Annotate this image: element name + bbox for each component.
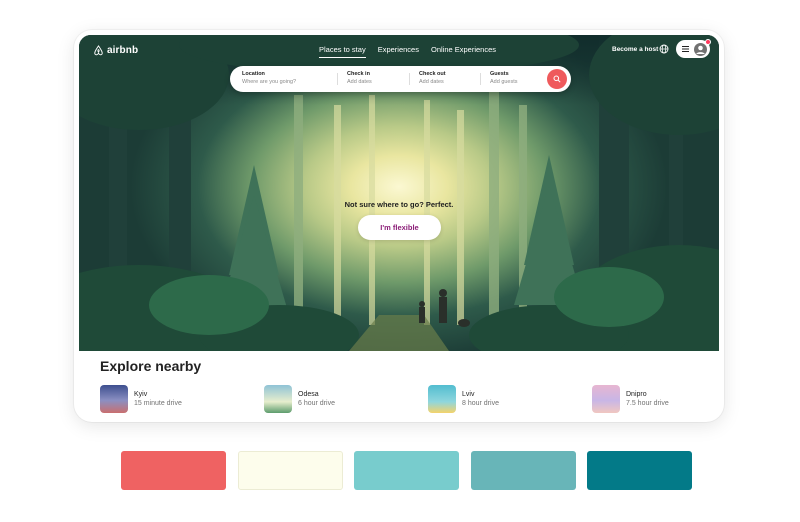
brand-name: airbnb [107, 45, 139, 56]
divider [409, 73, 410, 85]
palette-swatch-5 [587, 451, 692, 490]
place-thumbnail [264, 385, 292, 413]
location-label: Location [242, 71, 265, 77]
im-flexible-button[interactable]: I'm flexible [358, 215, 441, 240]
place-name: Odesa [298, 391, 319, 398]
place-thumbnail [428, 385, 456, 413]
search-button[interactable] [547, 69, 567, 89]
place-drive-time: 6 hour drive [298, 400, 335, 407]
become-host-link[interactable]: Become a host [612, 46, 658, 53]
palette-swatch-3 [354, 451, 459, 490]
tab-online-experiences[interactable]: Online Experiences [431, 45, 496, 58]
place-name: Lviv [462, 391, 475, 398]
checkin-placeholder: Add dates [347, 79, 372, 85]
hero-tagline: Not sure where to go? Perfect. [344, 200, 454, 209]
notification-badge [705, 39, 711, 45]
airbnb-logo[interactable]: airbnb [93, 45, 138, 56]
palette-swatch-2 [238, 451, 343, 490]
location-field[interactable]: Location Where are you going? [242, 71, 296, 85]
browser-frame: airbnb Places to stay Experiences Online… [74, 30, 724, 422]
user-avatar-icon [694, 42, 707, 56]
hero-section: airbnb Places to stay Experiences Online… [79, 35, 719, 351]
place-thumbnail [100, 385, 128, 413]
tab-places-to-stay[interactable]: Places to stay [319, 45, 366, 58]
checkout-placeholder: Add dates [419, 79, 444, 85]
hamburger-icon [682, 46, 689, 52]
nearby-place-lviv[interactable]: Lviv 8 hour drive [428, 385, 499, 413]
guests-label: Guests [490, 71, 509, 77]
nearby-place-dnipro[interactable]: Dnipro 7.5 hour drive [592, 385, 669, 413]
checkout-label: Check out [419, 71, 446, 77]
place-drive-time: 7.5 hour drive [626, 400, 669, 407]
user-menu-button[interactable] [676, 39, 711, 58]
divider [480, 73, 481, 85]
place-drive-time: 8 hour drive [462, 400, 499, 407]
nav-tabs: Places to stay Experiences Online Experi… [319, 45, 496, 58]
palette-swatch-1 [121, 451, 226, 490]
divider [337, 73, 338, 85]
nearby-place-odesa[interactable]: Odesa 6 hour drive [264, 385, 335, 413]
place-name: Dnipro [626, 391, 647, 398]
location-placeholder: Where are you going? [242, 79, 297, 85]
place-drive-time: 15 minute drive [134, 400, 182, 407]
place-thumbnail [592, 385, 620, 413]
globe-icon[interactable] [659, 44, 669, 54]
checkin-field[interactable]: Check in Add dates [347, 71, 372, 85]
checkout-field[interactable]: Check out Add dates [419, 71, 446, 85]
search-icon [553, 75, 561, 83]
guests-field[interactable]: Guests Add guests [490, 71, 518, 85]
guests-placeholder: Add guests [490, 79, 518, 85]
place-name: Kyiv [134, 391, 148, 398]
explore-nearby-heading: Explore nearby [100, 358, 202, 374]
airbnb-logo-icon [94, 45, 103, 56]
search-bar: Location Where are you going? Check in A… [230, 66, 571, 92]
palette-swatch-4 [471, 451, 576, 490]
nearby-place-kyiv[interactable]: Kyiv 15 minute drive [100, 385, 182, 413]
checkin-label: Check in [347, 71, 370, 77]
tab-experiences[interactable]: Experiences [378, 45, 419, 58]
